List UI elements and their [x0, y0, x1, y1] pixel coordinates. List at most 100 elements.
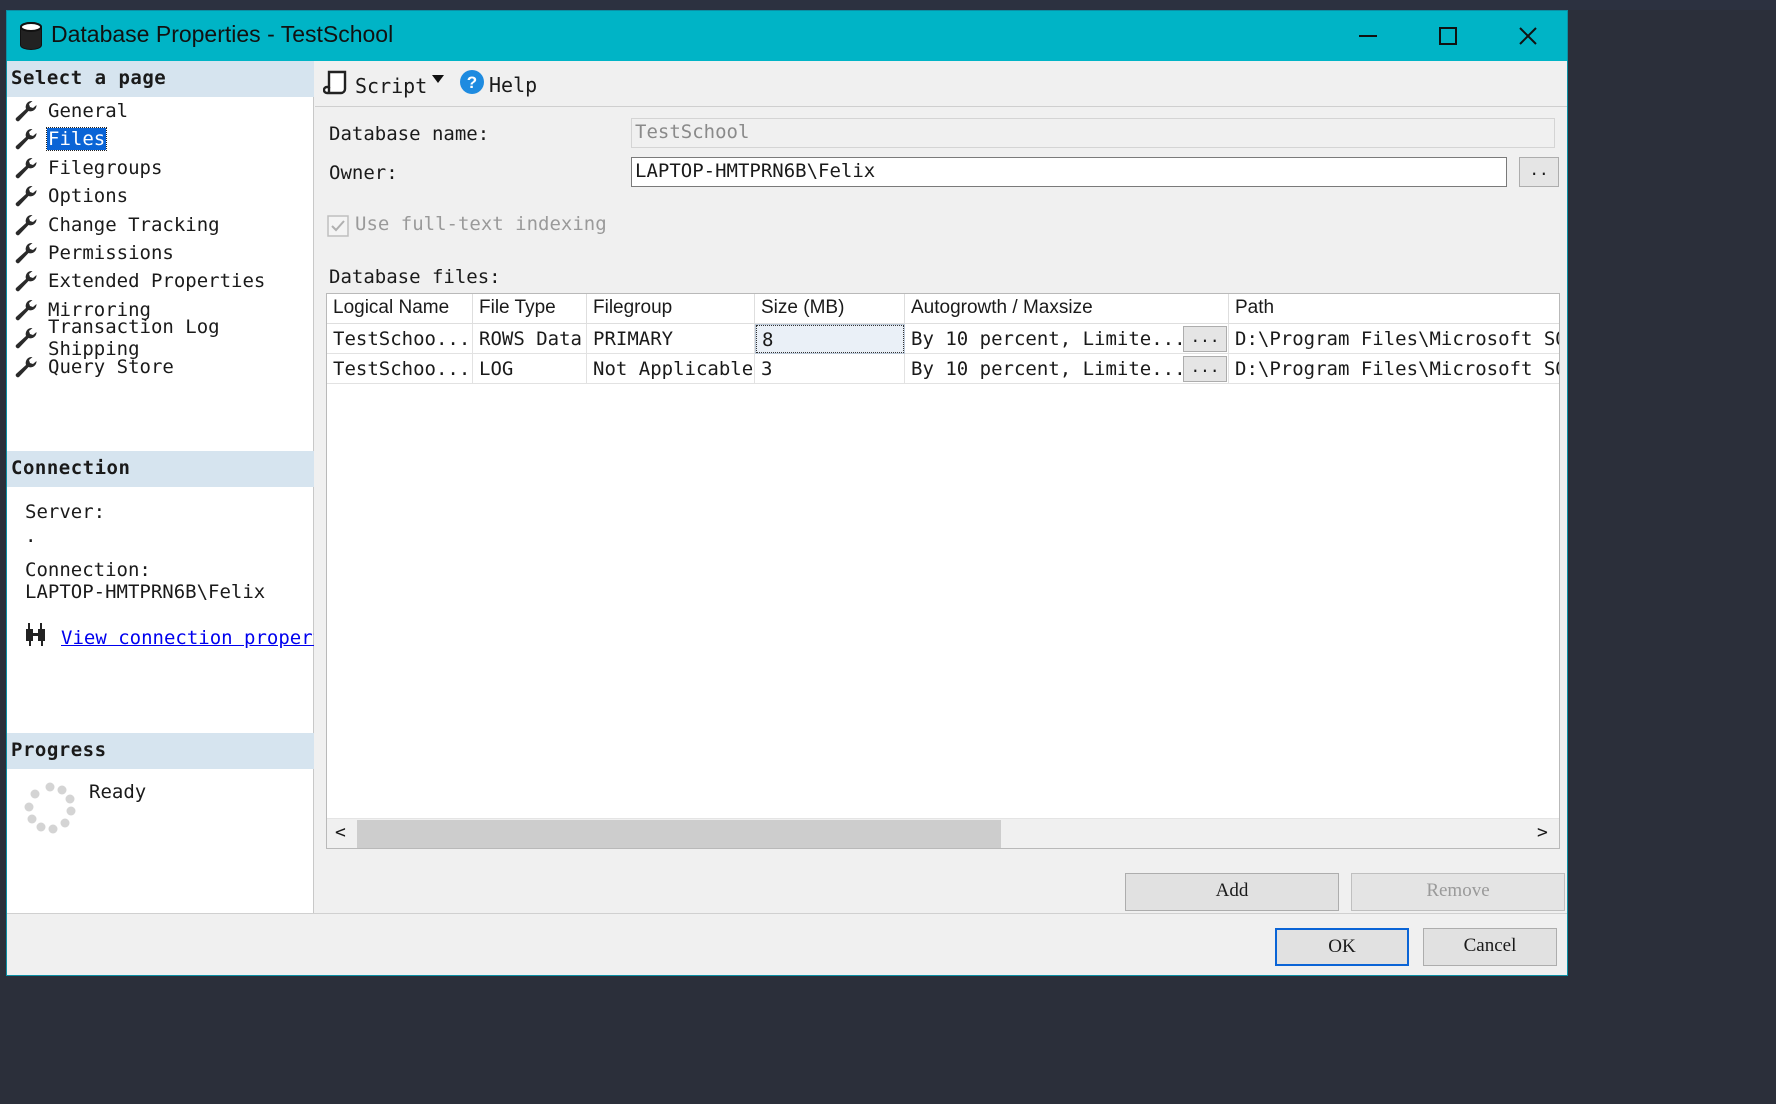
database-files-label: Database files: [329, 266, 501, 288]
page-item-files[interactable]: Files [13, 125, 108, 153]
column-header-file-type[interactable]: File Type [473, 294, 587, 324]
page-item-label: Options [48, 185, 129, 208]
page-item-extended-properties[interactable]: Extended Properties [13, 267, 266, 295]
grid-header-row: Logical Name File Type Filegroup Size (M… [327, 294, 1559, 324]
owner-field[interactable]: LAPTOP-HMTPRN6B\Felix [631, 157, 1507, 187]
column-header-autogrowth[interactable]: Autogrowth / Maxsize [905, 294, 1229, 324]
table-row[interactable]: TestSchoo... ROWS Data PRIMARY 8 By 10 p… [327, 324, 1559, 354]
page-item-filegroups[interactable]: Filegroups [13, 154, 163, 182]
dialog-footer: OK Cancel [7, 913, 1567, 975]
filegroup-cell[interactable]: Not Applicable [587, 354, 755, 384]
window-title: Database Properties - TestSchool [51, 21, 394, 47]
size-cell[interactable]: 8 [755, 324, 905, 354]
wrench-icon [13, 213, 39, 237]
page-item-label: Change Tracking [48, 213, 220, 236]
filegroup-cell[interactable]: PRIMARY [587, 324, 755, 354]
cancel-button[interactable]: Cancel [1423, 928, 1557, 966]
minimize-icon [1359, 35, 1377, 37]
desktop-background [0, 0, 1776, 10]
page-item-label: General [48, 100, 129, 122]
progress-status: Ready [89, 781, 147, 803]
page-item-label: Permissions [48, 242, 174, 264]
wrench-icon [13, 127, 39, 151]
ok-button[interactable]: OK [1275, 928, 1409, 966]
progress-spinner-icon [23, 781, 77, 839]
database-properties-window: Database Properties - TestSchool Select … [6, 10, 1568, 976]
column-header-path[interactable]: Path [1229, 294, 1559, 324]
left-navigation-panel: Select a page General Files Filegroups Opti… [7, 61, 314, 913]
title-bar[interactable]: Database Properties - TestSchool [7, 11, 1567, 61]
page-item-options[interactable]: Options [13, 182, 129, 210]
maximize-icon [1439, 27, 1457, 45]
page-item-label: Extended Properties [48, 270, 266, 293]
remove-button[interactable]: Remove [1351, 873, 1565, 911]
help-icon: ? [459, 69, 485, 100]
autogrowth-edit-button[interactable]: ... [1183, 326, 1227, 352]
server-label: Server: [25, 501, 106, 523]
svg-text:?: ? [467, 73, 477, 92]
path-cell[interactable]: D:\Program Files\Microsoft SQL [1229, 324, 1559, 354]
scroll-left-arrow[interactable]: < [335, 822, 346, 843]
page-item-label: Query Store [48, 355, 174, 378]
connection-label: Connection: [25, 559, 151, 581]
view-connection-properties-link[interactable]: View connection properties [61, 627, 314, 649]
page-item-permissions[interactable]: Permissions [13, 239, 175, 267]
help-button[interactable]: ? Help [459, 69, 537, 100]
wrench-icon [13, 355, 39, 379]
path-cell[interactable]: D:\Program Files\Microsoft SQL [1229, 354, 1559, 384]
autogrowth-edit-button[interactable]: ... [1183, 356, 1227, 382]
files-page-panel: Script ? Help Database name: TestSchool … [315, 61, 1567, 913]
select-page-header: Select a page [7, 61, 314, 97]
wrench-icon [13, 241, 39, 265]
logical-name-cell[interactable]: TestSchoo... [327, 324, 473, 354]
autogrowth-cell[interactable]: By 10 percent, Limite... [905, 354, 1229, 384]
progress-header: Progress [7, 733, 314, 769]
maximize-button[interactable] [1407, 11, 1489, 61]
fulltext-checkbox[interactable] [327, 215, 349, 241]
autogrowth-cell[interactable]: By 10 percent, Limite... [905, 324, 1229, 354]
dropdown-arrow-icon [432, 75, 444, 83]
connection-value: LAPTOP-HMTPRN6B\Felix [25, 581, 266, 603]
page-item-label: Filegroups [48, 156, 163, 179]
database-name-field[interactable]: TestSchool [631, 118, 1555, 148]
owner-browse-button[interactable]: .. [1519, 157, 1559, 187]
column-header-filegroup[interactable]: Filegroup [587, 294, 755, 324]
owner-label: Owner: [329, 162, 398, 184]
table-row[interactable]: TestSchoo... LOG Not Applicable 3 By 10 … [327, 354, 1559, 384]
file-type-cell[interactable]: ROWS Data [473, 324, 587, 354]
database-files-grid[interactable]: Logical Name File Type Filegroup Size (M… [326, 293, 1560, 849]
column-header-size[interactable]: Size (MB) [755, 294, 905, 324]
connection-properties-icon [23, 621, 51, 651]
logical-name-cell[interactable]: TestSchoo... [327, 354, 473, 384]
close-button[interactable] [1487, 11, 1567, 61]
server-value: . [25, 525, 37, 547]
add-button[interactable]: Add [1125, 873, 1339, 911]
database-icon [19, 22, 43, 54]
horizontal-scrollbar[interactable]: < > [327, 818, 1559, 848]
file-type-cell[interactable]: LOG [473, 354, 587, 384]
wrench-icon [13, 298, 39, 322]
script-dropdown-button[interactable] [431, 73, 445, 85]
connection-header: Connection [7, 451, 314, 487]
scrollbar-thumb[interactable] [357, 820, 1001, 848]
wrench-icon [13, 269, 39, 293]
close-icon [1519, 27, 1537, 45]
wrench-icon [13, 99, 39, 123]
wrench-icon [13, 156, 39, 180]
minimize-button[interactable] [1327, 11, 1409, 61]
script-icon [322, 69, 349, 102]
page-item-transaction-log-shipping[interactable]: Transaction Log Shipping [13, 316, 313, 360]
script-label: Script [355, 73, 428, 98]
wrench-icon [13, 326, 39, 350]
page-item-label: Files [45, 127, 108, 152]
fulltext-label: Use full-text indexing [355, 213, 607, 235]
page-item-general[interactable]: General [13, 97, 129, 125]
page-item-change-tracking[interactable]: Change Tracking [13, 211, 221, 239]
wrench-icon [13, 184, 39, 208]
page-item-query-store[interactable]: Query Store [13, 353, 175, 381]
scroll-right-arrow[interactable]: > [1537, 822, 1548, 843]
size-cell[interactable]: 3 [755, 354, 905, 384]
database-name-label: Database name: [329, 123, 490, 145]
script-button[interactable]: Script [322, 69, 428, 102]
column-header-logical-name[interactable]: Logical Name [327, 294, 473, 324]
